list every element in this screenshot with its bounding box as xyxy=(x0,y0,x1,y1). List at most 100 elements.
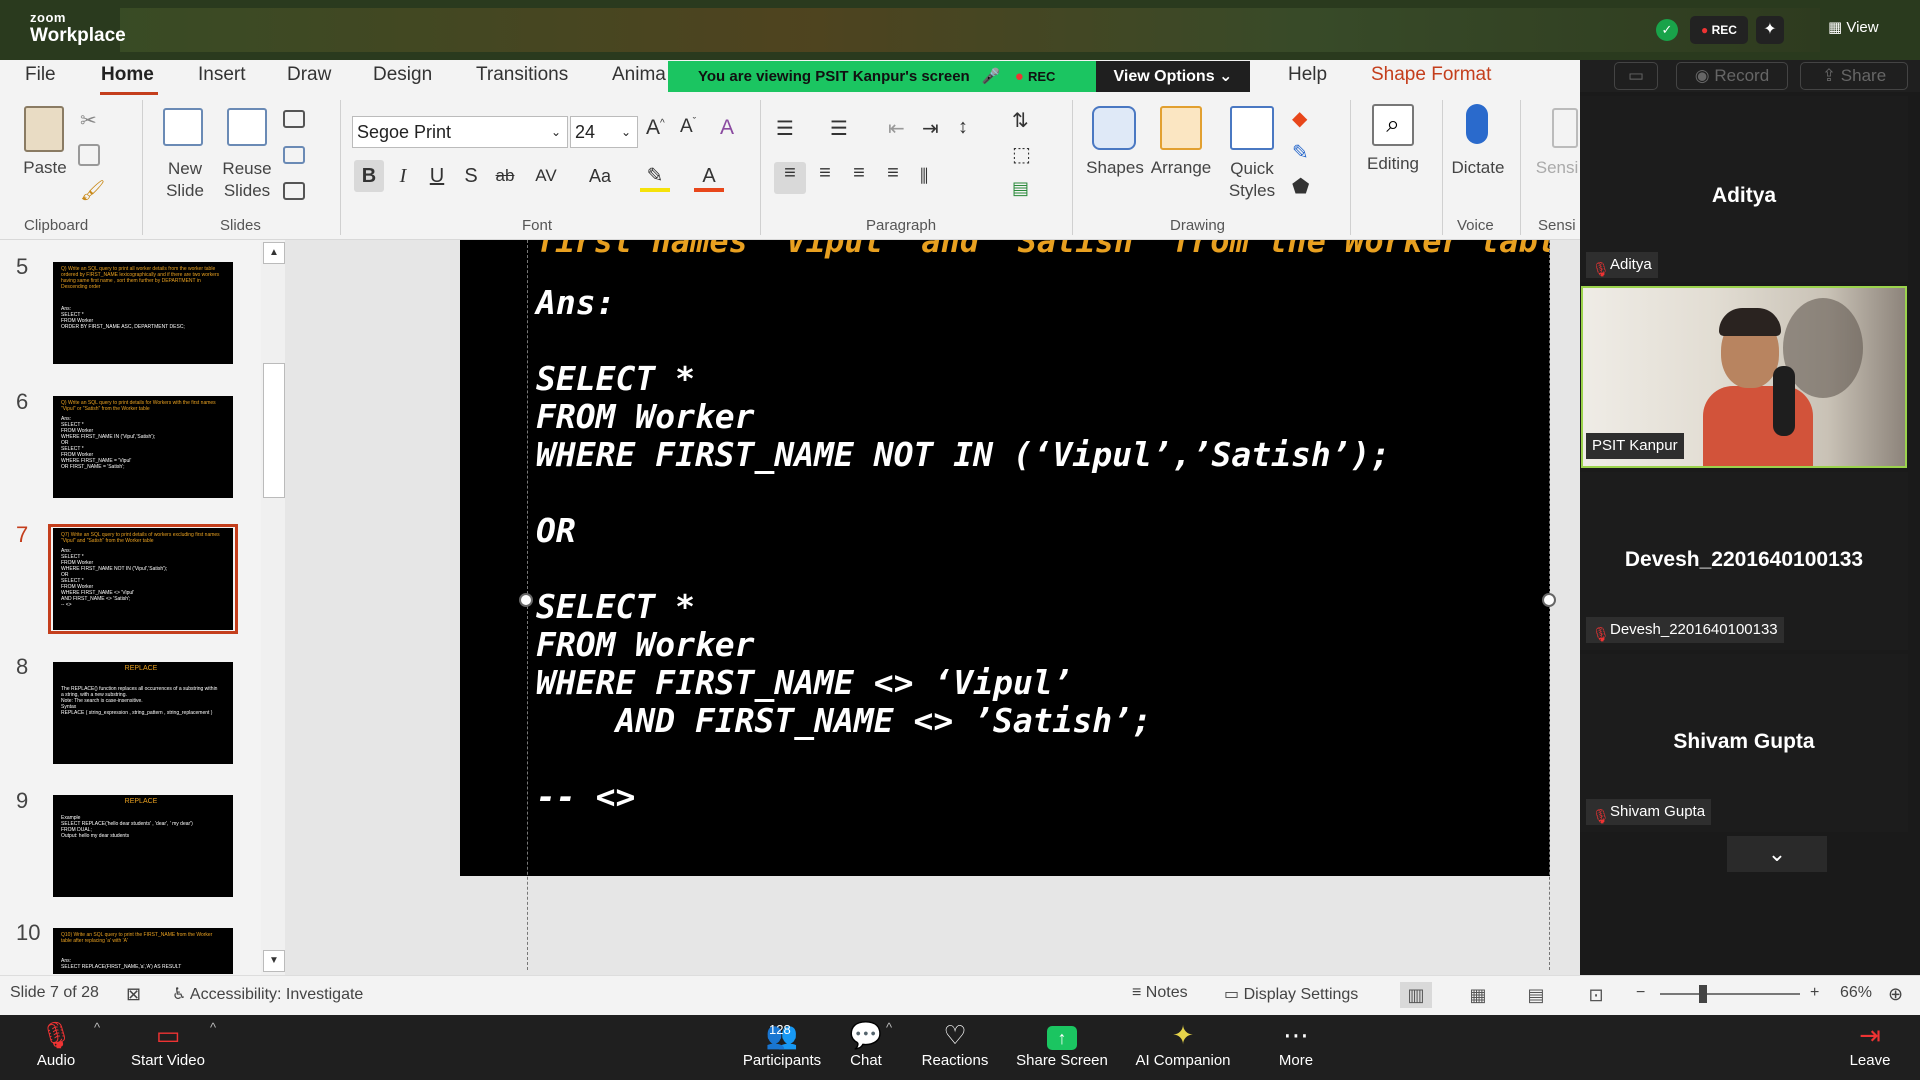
smartart-icon[interactable]: ▤ xyxy=(1012,178,1038,204)
notes-button[interactable]: ≡ Notes xyxy=(1132,984,1188,1002)
dictate-label[interactable]: Dictate xyxy=(1446,158,1510,178)
layout-icon[interactable] xyxy=(283,110,305,128)
leave-button[interactable]: ⇥ Leave xyxy=(1844,1018,1896,1069)
sensitivity-label[interactable]: Sensi xyxy=(1534,158,1580,178)
shapes-icon[interactable] xyxy=(1092,106,1136,150)
underline-button[interactable]: U xyxy=(422,160,452,192)
zoom-out-icon[interactable]: − xyxy=(1636,984,1645,1002)
arrange-icon[interactable] xyxy=(1160,106,1202,150)
tab-file[interactable]: File xyxy=(25,64,56,86)
zoom-in-icon[interactable]: + xyxy=(1810,984,1819,1002)
more-button[interactable]: ⋯ More xyxy=(1266,1018,1326,1069)
tab-transitions[interactable]: Transitions xyxy=(476,64,568,86)
reset-icon[interactable] xyxy=(283,146,305,164)
share-button[interactable]: ⇪ Share xyxy=(1800,62,1908,90)
increase-indent-icon[interactable]: ⇥ xyxy=(922,116,948,142)
slide-thumbnail-8[interactable]: REPLACE The REPLACE() function replaces … xyxy=(53,662,233,764)
bullets-icon[interactable]: ☰ xyxy=(776,116,802,142)
tab-draw[interactable]: Draw xyxy=(287,64,331,86)
new-slide-button[interactable]: New Slide xyxy=(160,158,210,202)
italic-button[interactable]: I xyxy=(388,160,418,192)
shadow-button[interactable]: S xyxy=(456,160,486,192)
security-shield-icon[interactable]: ✓ xyxy=(1656,19,1678,41)
audio-options-caret-icon[interactable]: ^ xyxy=(94,1020,100,1035)
shape-outline-icon[interactable]: ✎ xyxy=(1292,140,1318,164)
numbering-icon[interactable]: ☰ xyxy=(830,116,856,142)
record-button[interactable]: ◉ Record xyxy=(1676,62,1788,90)
font-color-icon[interactable]: A xyxy=(694,160,724,192)
sensitivity-icon[interactable] xyxy=(1552,108,1578,148)
cut-icon[interactable]: ✂ xyxy=(80,108,100,132)
justify-button[interactable]: ≡ xyxy=(878,162,908,194)
increase-font-icon[interactable]: A^ xyxy=(646,116,674,146)
reactions-button[interactable]: ♡ Reactions xyxy=(918,1018,992,1069)
font-size-dropdown[interactable]: 24 ⌄ xyxy=(570,116,638,148)
decrease-indent-icon[interactable]: ⇤ xyxy=(888,116,914,142)
bold-button[interactable]: B xyxy=(354,160,384,192)
copy-icon[interactable] xyxy=(78,144,100,166)
arrange-label[interactable]: Arrange xyxy=(1148,158,1214,178)
recording-indicator[interactable]: ● REC xyxy=(1690,16,1748,44)
tab-shape-format[interactable]: Shape Format xyxy=(1371,64,1491,86)
decrease-font-icon[interactable]: Aˇ xyxy=(680,116,708,146)
zoom-slider-knob[interactable] xyxy=(1699,985,1707,1003)
slide-thumbnail-10[interactable]: Q10) Write an SQL query to print the FIR… xyxy=(53,928,233,974)
tab-insert[interactable]: Insert xyxy=(198,64,246,86)
align-left-button[interactable]: ≡ xyxy=(774,162,806,194)
video-options-caret-icon[interactable]: ^ xyxy=(210,1020,216,1035)
reuse-slides-button[interactable]: Reuse Slides xyxy=(220,158,274,202)
scroll-down-arrow-icon[interactable]: ▼ xyxy=(263,950,285,972)
chat-options-caret-icon[interactable]: ^ xyxy=(886,1020,892,1035)
accessibility-button[interactable]: ♿ Accessibility: Investigate xyxy=(172,984,363,1004)
strikethrough-button[interactable]: ab xyxy=(490,160,520,192)
reading-view-icon[interactable]: ▤ xyxy=(1520,982,1552,1008)
ai-sparkle-icon[interactable]: ✦ xyxy=(1756,16,1784,44)
start-video-button[interactable]: ▭ Start Video xyxy=(128,1018,208,1069)
scroll-up-arrow-icon[interactable]: ▲ xyxy=(263,242,285,264)
display-settings-button[interactable]: ▭ Display Settings xyxy=(1224,984,1358,1004)
view-options-button[interactable]: View Options ⌄ xyxy=(1096,61,1250,92)
tab-help[interactable]: Help xyxy=(1288,64,1327,86)
more-participants-chevron-icon[interactable]: ⌄ xyxy=(1727,836,1827,872)
text-direction-icon[interactable]: ⇅ xyxy=(1012,108,1038,134)
tab-design[interactable]: Design xyxy=(373,64,432,86)
resize-handle-left[interactable] xyxy=(519,593,533,607)
shapes-label[interactable]: Shapes xyxy=(1082,158,1148,178)
audio-button[interactable]: 🎙 Audio xyxy=(26,1018,86,1069)
dictate-mic-icon[interactable] xyxy=(1466,104,1488,144)
format-painter-icon[interactable]: 🖌 xyxy=(80,178,105,202)
align-text-icon[interactable]: ⬚ xyxy=(1012,142,1038,168)
quick-styles-icon[interactable] xyxy=(1230,106,1274,150)
normal-view-icon[interactable]: ▥ xyxy=(1400,982,1432,1008)
highlight-color-icon[interactable]: ✎ xyxy=(640,160,670,192)
slide-sorter-icon[interactable]: ▦ xyxy=(1462,982,1494,1008)
quick-styles-button[interactable]: Quick Styles xyxy=(1220,158,1284,202)
line-spacing-icon[interactable]: ↕ xyxy=(958,116,984,142)
slide-thumbnail-6[interactable]: Q) Write an SQL query to print details f… xyxy=(53,396,233,498)
fit-to-window-icon[interactable]: ⊕ xyxy=(1888,984,1903,1005)
shape-effects-icon[interactable]: ⬟ xyxy=(1292,174,1318,198)
reuse-slides-icon[interactable] xyxy=(227,108,267,146)
zoom-level[interactable]: 66% xyxy=(1840,984,1872,1002)
view-button[interactable]: ▦ View xyxy=(1828,18,1879,36)
share-screen-button[interactable]: ↑ Share Screen xyxy=(1016,1018,1108,1069)
slideshow-icon[interactable]: ⊡ xyxy=(1580,982,1612,1008)
font-name-dropdown[interactable]: Segoe Print ⌄ xyxy=(352,116,568,148)
editing-search-icon[interactable]: ⌕ xyxy=(1372,104,1414,146)
thumbnails-scrollbar[interactable] xyxy=(261,242,287,975)
clear-formatting-icon[interactable]: A xyxy=(720,116,748,146)
comment-icon[interactable]: ▭ xyxy=(1614,62,1658,90)
paste-icon[interactable] xyxy=(24,106,64,152)
zoom-slider[interactable] xyxy=(1660,993,1800,995)
resize-handle-right[interactable] xyxy=(1542,593,1556,607)
tab-animations[interactable]: Anima xyxy=(612,64,666,86)
current-slide[interactable]: first names "Vipul" and "Satish" from th… xyxy=(460,240,1550,876)
slide-thumbnail-7[interactable]: Q7) Write an SQL query to print details … xyxy=(53,528,233,630)
align-right-button[interactable]: ≡ xyxy=(844,162,874,194)
shape-fill-icon[interactable]: ◆ xyxy=(1292,106,1318,130)
ai-companion-button[interactable]: ✦ AI Companion xyxy=(1130,1018,1236,1069)
align-center-button[interactable]: ≡ xyxy=(810,162,840,194)
slide-thumbnail-9[interactable]: REPLACE Example SELECT REPLACE('hello de… xyxy=(53,795,233,897)
paste-label[interactable]: Paste xyxy=(20,158,70,178)
slide-thumbnail-5[interactable]: Q) Write an SQL query to print all worke… xyxy=(53,262,233,364)
